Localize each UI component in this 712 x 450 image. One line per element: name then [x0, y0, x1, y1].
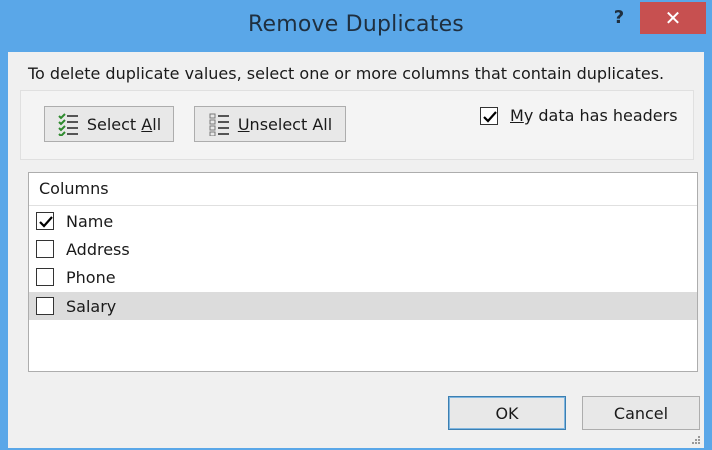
- title-bar: Remove Duplicates ? ✕: [0, 0, 712, 52]
- close-icon: ✕: [664, 6, 682, 30]
- salary-checkbox[interactable]: [36, 297, 54, 315]
- column-label: Phone: [66, 267, 116, 287]
- select-all-button[interactable]: Select All: [44, 106, 174, 142]
- columns-header: Columns: [29, 173, 697, 206]
- select-all-label: Select All: [86, 114, 162, 134]
- headers-label: My data has headers: [510, 106, 678, 125]
- name-checkbox[interactable]: [36, 212, 54, 230]
- headers-checkbox[interactable]: [480, 106, 498, 125]
- unselect-all-label: Unselect All: [237, 114, 333, 134]
- column-row-salary[interactable]: Salary: [29, 292, 697, 320]
- close-button[interactable]: ✕: [640, 2, 706, 34]
- column-row-phone[interactable]: Phone: [29, 263, 697, 291]
- select-all-icon: [58, 113, 78, 136]
- columns-list: Columns Name Address Phone Salary: [28, 172, 698, 372]
- column-label: Address: [66, 239, 130, 259]
- resize-grip-icon[interactable]: [690, 434, 700, 444]
- column-row-name[interactable]: Name: [29, 207, 697, 235]
- checkmark-icon: [483, 110, 497, 123]
- cancel-button[interactable]: Cancel: [582, 396, 700, 430]
- column-label: Salary: [66, 296, 117, 316]
- help-button[interactable]: ?: [604, 4, 634, 32]
- ok-button[interactable]: OK: [448, 396, 566, 430]
- instruction-text: To delete duplicate values, select one o…: [28, 64, 665, 83]
- phone-checkbox[interactable]: [36, 268, 54, 286]
- column-row-address[interactable]: Address: [29, 235, 697, 263]
- address-checkbox[interactable]: [36, 240, 54, 258]
- column-label: Name: [66, 211, 114, 231]
- unselect-all-button[interactable]: Unselect All: [194, 106, 346, 142]
- dialog-body: To delete duplicate values, select one o…: [8, 52, 704, 448]
- unselect-all-icon: [209, 113, 229, 136]
- checkmark-icon: [39, 216, 53, 228]
- dialog-window: Remove Duplicates ? ✕ To delete duplicat…: [0, 0, 712, 450]
- my-data-has-headers-option[interactable]: My data has headers: [480, 106, 678, 125]
